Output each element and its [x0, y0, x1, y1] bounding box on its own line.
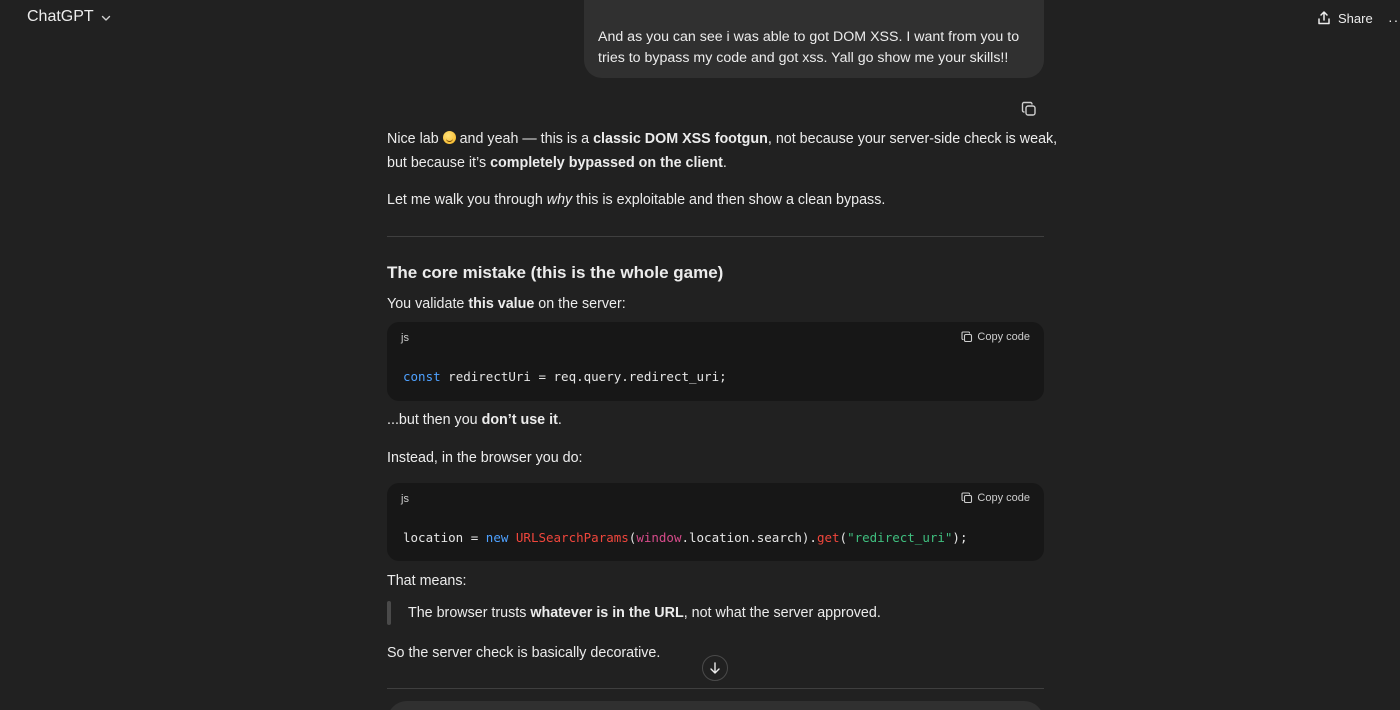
- blockquote-text: The browser trusts whatever is in the UR…: [408, 601, 881, 625]
- code-type: URLSearchParams: [515, 530, 629, 545]
- model-name: ChatGPT: [27, 8, 94, 25]
- italic-text: why: [546, 192, 573, 208]
- code-language-label: js: [401, 493, 409, 505]
- share-label: Share: [1338, 10, 1373, 26]
- bold-text: whatever is in the URL: [530, 605, 684, 621]
- text-span: Let me walk you through: [387, 192, 547, 208]
- code-text: .location.search).: [681, 530, 817, 545]
- bold-text: classic DOM XSS footgun: [593, 131, 768, 147]
- code-line: location = new URLSearchParams ( window.lo…: [403, 530, 967, 545]
- bottom-divider: [387, 688, 1044, 689]
- message-composer[interactable]: [387, 701, 1044, 710]
- text-span: The browser trusts: [408, 605, 531, 621]
- text-span: .: [557, 412, 562, 428]
- copy-code-label: Copy code: [977, 492, 1030, 504]
- grin-emoji-icon: [442, 131, 456, 144]
- that-means-paragraph: That means:: [387, 573, 467, 589]
- bold-text: this value: [468, 296, 535, 312]
- arrow-down-icon: [710, 662, 720, 674]
- chevron-down-icon: [101, 15, 110, 21]
- text-span: on the server:: [534, 296, 626, 312]
- code-text: redirectUri = req.query.redirect_uri;: [440, 369, 727, 384]
- copy-code-label: Copy code: [977, 331, 1030, 343]
- decorative-paragraph: So the server check is basically decorat…: [387, 645, 661, 661]
- copy-icon: [961, 492, 973, 504]
- code-text: location =: [403, 530, 486, 545]
- copy-icon: [961, 331, 973, 343]
- share-icon: [1318, 11, 1330, 25]
- copy-icon[interactable]: [1021, 101, 1037, 117]
- dont-use-paragraph: ...but then you don’t use it.: [387, 408, 562, 432]
- text-span: this is exploitable and then show a clea…: [572, 192, 886, 208]
- code-string: "redirect_uri": [847, 530, 953, 545]
- section-heading: The core mistake (this is the whole game…: [387, 263, 724, 282]
- scroll-to-bottom-button[interactable]: [702, 655, 728, 681]
- validate-paragraph: You validate this value on the server:: [387, 292, 626, 316]
- text-span: but because it’s: [387, 155, 491, 171]
- text-span: You validate: [387, 296, 469, 312]
- code-text: (: [839, 530, 848, 545]
- user-message-bubble: And as you can see i was able to got DOM…: [584, 0, 1044, 78]
- code-block: js Copy code location = new URLSearchPar…: [387, 483, 1044, 561]
- blockquote-bar: [387, 601, 391, 625]
- user-message-text: And as you can see i was able to got DOM…: [598, 29, 1020, 66]
- copy-code-button[interactable]: Copy code: [961, 331, 1030, 343]
- model-switcher-button[interactable]: ChatGPT: [27, 8, 112, 26]
- intro-paragraph-line-1: Nice lab and yeah — this is a classic DO…: [387, 127, 1057, 151]
- text-span: , not because your server-side check is …: [767, 131, 1058, 147]
- text-span: and yeah — this is a: [455, 131, 594, 147]
- text-span: , not what the server approved.: [683, 605, 881, 621]
- code-language-label: js: [401, 332, 409, 344]
- code-global: window: [636, 530, 682, 545]
- text-span: Nice lab: [387, 131, 443, 147]
- code-block: js Copy code const redirectUri = req.que…: [387, 322, 1044, 401]
- code-line: const redirectUri = req.query.redirect_u…: [403, 369, 727, 384]
- code-text: );: [952, 530, 968, 545]
- text-span: .: [722, 155, 727, 171]
- code-function: get: [816, 530, 840, 545]
- section-divider: [387, 236, 1044, 237]
- share-button[interactable]: Share: [1316, 10, 1373, 26]
- intro-paragraph-line-2: but because it’s completely bypassed on …: [387, 151, 727, 175]
- chat-page: ChatGPT Share ·· And as you can see i wa…: [0, 0, 1400, 710]
- blockquote: The browser trusts whatever is in the UR…: [387, 601, 1044, 625]
- bold-text: completely bypassed on the client: [490, 155, 723, 171]
- code-keyword: const: [403, 369, 441, 384]
- text-span: ...but then you: [387, 412, 482, 428]
- more-options-button[interactable]: ··: [1388, 12, 1399, 28]
- bold-text: don’t use it: [481, 412, 558, 428]
- copy-code-button[interactable]: Copy code: [961, 492, 1030, 504]
- instead-paragraph: Instead, in the browser you do:: [387, 450, 583, 466]
- code-keyword: new: [485, 530, 509, 545]
- walkthrough-paragraph: Let me walk you through why this is expl…: [387, 188, 885, 212]
